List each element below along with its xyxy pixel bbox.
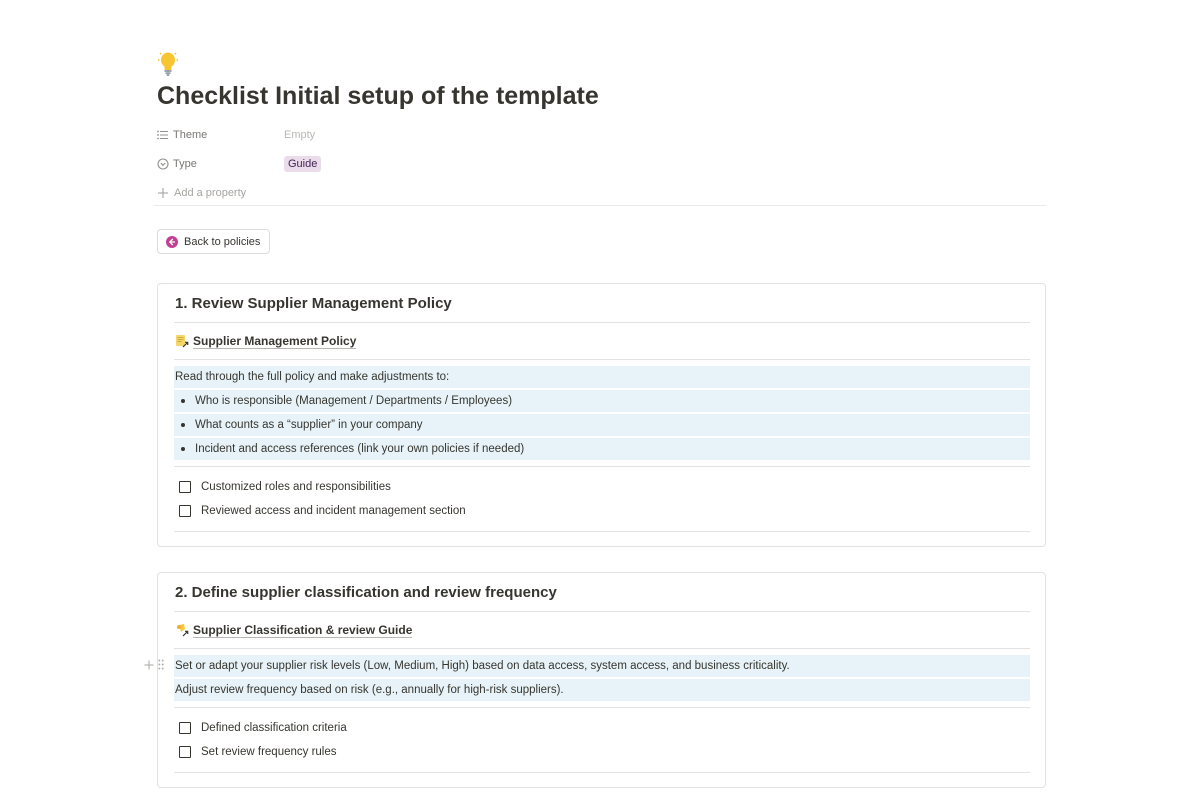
checklist-item: Defined classification criteria bbox=[174, 716, 1030, 740]
checkbox[interactable] bbox=[179, 746, 191, 758]
arrow-left-circle-icon bbox=[166, 235, 178, 248]
section-card-1: 1. Review Supplier Management Policy Sup… bbox=[157, 283, 1046, 547]
checklist-item-label[interactable]: Reviewed access and incident management … bbox=[201, 505, 466, 517]
properties-panel: Theme Empty Type Guide Add a property bbox=[157, 120, 1046, 207]
checkbox[interactable] bbox=[179, 722, 191, 734]
page-link-label: Supplier Management Policy bbox=[193, 333, 357, 349]
intro-text[interactable]: Read through the full policy and make ad… bbox=[174, 366, 1030, 388]
checklist-item: Reviewed access and incident management … bbox=[174, 499, 1030, 523]
checkbox[interactable] bbox=[179, 505, 191, 517]
back-button-label: Back to policies bbox=[184, 235, 261, 248]
list-item-text: What counts as a “supplier” in your comp… bbox=[195, 419, 423, 431]
highlighted-block: Set or adapt your supplier risk levels (… bbox=[144, 649, 1030, 708]
intro-text-content: Read through the full policy and make ad… bbox=[175, 371, 450, 383]
drag-handle-icon[interactable] bbox=[158, 659, 164, 670]
section-title[interactable]: 1. Review Supplier Management Policy bbox=[174, 284, 1030, 323]
list-item[interactable]: What counts as a “supplier” in your comp… bbox=[174, 414, 1030, 436]
checklist-item-label[interactable]: Defined classification criteria bbox=[201, 722, 347, 734]
list-item[interactable]: Who is responsible (Management / Departm… bbox=[174, 390, 1030, 412]
page-link-label: Supplier Classification & review Guide bbox=[193, 622, 413, 638]
select-icon bbox=[157, 157, 169, 170]
list-item[interactable]: Incident and access references (link you… bbox=[174, 438, 1030, 460]
property-theme-value[interactable]: Empty bbox=[284, 129, 315, 141]
add-property-label: Add a property bbox=[174, 186, 247, 199]
lightbulb-icon[interactable] bbox=[157, 48, 189, 80]
property-type-tag[interactable]: Guide bbox=[284, 155, 322, 172]
page-link-supplier-management-policy[interactable]: Supplier Management Policy bbox=[174, 323, 1030, 360]
checklist: Defined classification criteria Set revi… bbox=[174, 708, 1030, 773]
checklist-item-label[interactable]: Customized roles and responsibilities bbox=[201, 481, 391, 493]
back-to-policies-button[interactable]: Back to policies bbox=[157, 229, 271, 254]
header-divider bbox=[154, 205, 1046, 206]
plus-icon bbox=[158, 187, 168, 198]
text-line[interactable]: Adjust review frequency based on risk (e… bbox=[174, 679, 1030, 701]
text-line-content: Set or adapt your supplier risk levels (… bbox=[175, 660, 790, 672]
plus-icon[interactable] bbox=[144, 660, 154, 670]
section-card-2: 2. Define supplier classification and re… bbox=[144, 572, 1046, 788]
checklist-item: Customized roles and responsibilities bbox=[174, 475, 1030, 499]
bullet-icon bbox=[181, 447, 185, 451]
checklist-item-label[interactable]: Set review frequency rules bbox=[201, 746, 337, 758]
list-item-text: Incident and access references (link you… bbox=[195, 443, 525, 455]
list-icon bbox=[157, 130, 168, 139]
checkbox[interactable] bbox=[179, 481, 191, 493]
page-content: Checklist Initial setup of the template … bbox=[144, 48, 1046, 788]
document-link-icon bbox=[176, 335, 189, 348]
checklist: Customized roles and responsibilities Re… bbox=[174, 467, 1030, 532]
property-theme-label: Theme bbox=[173, 128, 208, 141]
section-title[interactable]: 2. Define supplier classification and re… bbox=[174, 573, 1030, 612]
text-line[interactable]: Set or adapt your supplier risk levels (… bbox=[144, 655, 1030, 677]
page-link-supplier-classification-guide[interactable]: Supplier Classification & review Guide bbox=[174, 612, 1030, 649]
bullet-icon bbox=[181, 399, 185, 403]
page-title[interactable]: Checklist Initial setup of the template bbox=[157, 80, 1046, 112]
checklist-item: Set review frequency rules bbox=[174, 740, 1030, 764]
list-item-text: Who is responsible (Management / Departm… bbox=[195, 395, 513, 407]
bullet-icon bbox=[181, 423, 185, 427]
property-type[interactable]: Type Guide bbox=[157, 149, 1046, 178]
block-handle[interactable] bbox=[144, 659, 164, 670]
guide-link-icon bbox=[177, 624, 189, 637]
highlighted-block: Read through the full policy and make ad… bbox=[174, 360, 1030, 467]
property-type-label: Type bbox=[173, 157, 197, 170]
property-theme[interactable]: Theme Empty bbox=[157, 120, 1046, 149]
text-line-content: Adjust review frequency based on risk (e… bbox=[175, 684, 564, 696]
add-property-button[interactable]: Add a property bbox=[157, 178, 1046, 207]
